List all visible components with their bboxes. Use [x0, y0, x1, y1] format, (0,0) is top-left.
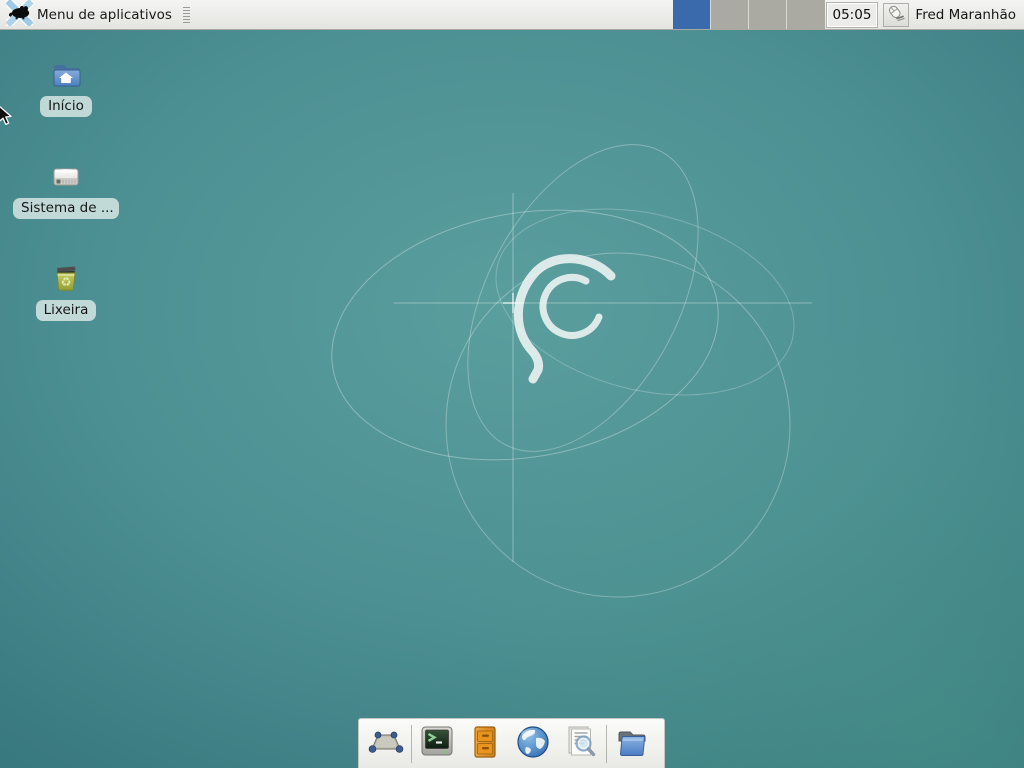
clock[interactable]: 05:05: [827, 3, 878, 27]
xfce-mouse-logo-icon: [6, 0, 33, 30]
document-search-icon: [562, 723, 600, 765]
web-browser-launcher[interactable]: [514, 723, 552, 765]
tray-button[interactable]: [883, 3, 909, 27]
mouse-cursor: [0, 104, 13, 128]
applications-menu-label: Menu de aplicativos: [37, 7, 172, 23]
terminal-icon: [418, 723, 456, 765]
desktop-icon-trash[interactable]: ♻ Lixeira: [11, 262, 121, 321]
show-desktop-button[interactable]: [367, 723, 405, 765]
dock-separator: [606, 725, 607, 763]
top-panel: Menu de aplicativos 05:05 Fred Maranhão: [0, 0, 1024, 30]
desktop[interactable]: Início Sistema de ...: [0, 30, 1024, 768]
workspace-switcher[interactable]: [673, 0, 825, 29]
workspace-2[interactable]: [711, 0, 749, 29]
filesystem-drive-icon: [49, 160, 83, 194]
desktop-icon-filesystem[interactable]: Sistema de ...: [11, 160, 121, 219]
workspace-4[interactable]: [787, 0, 825, 29]
desktop-icon-label: Início: [40, 96, 92, 117]
launcher-dock: [358, 718, 665, 768]
desktop-icon-label: Lixeira: [36, 300, 97, 321]
show-desktop-icon: [367, 723, 405, 765]
file-manager-folder-icon: [613, 723, 651, 765]
terminal-launcher[interactable]: [418, 723, 456, 765]
mouse-device-icon: [886, 4, 906, 26]
dock-separator: [411, 725, 412, 763]
web-browser-globe-icon: [514, 723, 552, 765]
panel-grip-handle[interactable]: [182, 7, 191, 23]
logged-in-username[interactable]: Fred Maranhão: [915, 7, 1016, 23]
file-cabinet-icon: [466, 723, 504, 765]
trash-bin-icon: ♻: [49, 262, 83, 296]
workspace-1[interactable]: [673, 0, 711, 29]
workspace-3[interactable]: [749, 0, 787, 29]
application-finder-launcher[interactable]: [562, 723, 600, 765]
clock-time: 05:05: [833, 7, 872, 23]
file-cabinet-launcher[interactable]: [466, 723, 504, 765]
svg-text:♻: ♻: [61, 275, 72, 289]
desktop-icon-home[interactable]: Início: [11, 58, 121, 117]
debian-lines-wallpaper: [0, 30, 1024, 768]
home-folder-icon: [49, 58, 83, 92]
file-manager-launcher[interactable]: [613, 723, 651, 765]
applications-menu-button[interactable]: Menu de aplicativos: [0, 0, 178, 29]
desktop-icon-label: Sistema de ...: [13, 198, 119, 219]
